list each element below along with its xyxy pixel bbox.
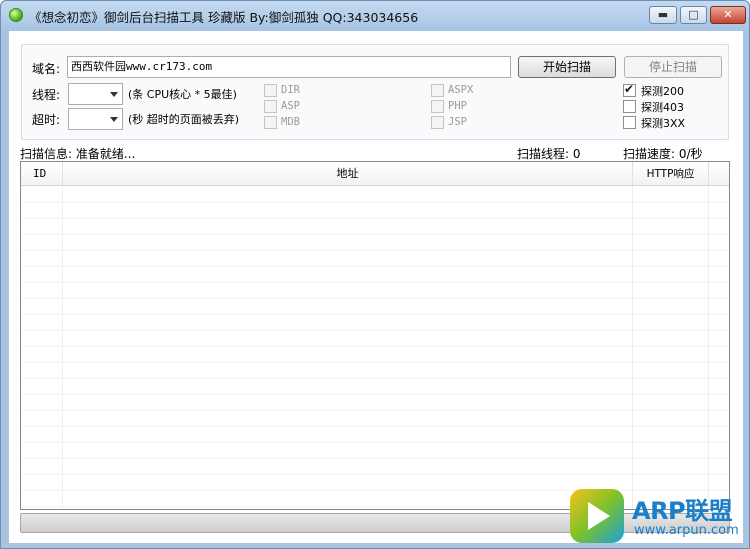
row-guide	[21, 314, 729, 315]
watermark-url: www.arpun.com	[634, 523, 739, 538]
checkbox-detect-3xx-label: 探测3XX	[641, 117, 686, 130]
row-guide	[21, 282, 729, 283]
checkbox-dir-label: DIR	[281, 84, 300, 96]
close-button[interactable]: ✕	[710, 6, 746, 24]
checkbox-jsp-label: JSP	[448, 116, 467, 128]
arp-watermark-logo: ARP联盟 www.arpun.com	[566, 487, 746, 547]
checkbox-asp-label: ASP	[281, 100, 300, 112]
row-guide	[21, 410, 729, 411]
threads-combobox[interactable]	[68, 83, 123, 105]
scan-speed: 扫描速度: 0/秒	[623, 147, 703, 161]
checkbox-aspx[interactable]	[431, 84, 444, 97]
checkbox-php[interactable]	[431, 100, 444, 113]
results-list[interactable]: ID 地址 HTTP响应	[20, 161, 730, 510]
row-guide	[21, 442, 729, 443]
start-scan-button[interactable]: 开始扫描	[518, 56, 616, 78]
checkbox-detect-403[interactable]	[623, 100, 636, 113]
domain-label: 域名:	[32, 62, 61, 76]
checkbox-detect-200-label: 探测200	[641, 85, 684, 98]
row-guide	[21, 362, 729, 363]
chevron-down-icon	[110, 117, 118, 122]
list-header: ID 地址 HTTP响应	[21, 162, 729, 186]
window-title: 《想念初恋》御剑后台扫描工具 珍藏版 By:御剑孤独 QQ:343034656	[29, 10, 419, 25]
maximize-button[interactable]: □	[680, 6, 707, 24]
title-bar[interactable]: 《想念初恋》御剑后台扫描工具 珍藏版 By:御剑孤独 QQ:343034656 …	[1, 1, 749, 31]
checkbox-detect-3xx[interactable]	[623, 116, 636, 129]
play-icon	[570, 489, 624, 543]
list-body[interactable]	[21, 186, 729, 509]
column-header-http[interactable]: HTTP响应	[633, 162, 709, 186]
checkbox-asp[interactable]	[264, 100, 277, 113]
row-guide	[21, 458, 729, 459]
stop-scan-button[interactable]: 停止扫描	[624, 56, 722, 78]
row-guide	[21, 218, 729, 219]
minimize-button[interactable]: ▬	[649, 6, 677, 24]
maximize-icon: □	[688, 8, 699, 21]
checkbox-detect-403-label: 探测403	[641, 101, 684, 114]
row-guide	[21, 266, 729, 267]
app-icon	[9, 8, 23, 22]
checkbox-detect-200[interactable]: ✔	[623, 82, 636, 97]
checkbox-mdb-label: MDB	[281, 116, 300, 128]
row-guide	[21, 394, 729, 395]
check-icon: ✔	[624, 82, 635, 96]
checkbox-jsp[interactable]	[431, 116, 444, 129]
chevron-down-icon	[110, 92, 118, 97]
timeout-label: 超时:	[32, 113, 61, 127]
checkbox-php-label: PHP	[448, 100, 467, 112]
row-guide	[21, 474, 729, 475]
column-header-id[interactable]: ID	[21, 162, 63, 186]
checkbox-aspx-label: ASPX	[448, 84, 474, 96]
row-guide	[21, 298, 729, 299]
watermark-title: ARP联盟	[632, 497, 733, 525]
threads-label: 线程:	[32, 88, 61, 102]
row-guide	[21, 202, 729, 203]
domain-input[interactable]: 西西软件园www.cr173.com	[67, 56, 511, 78]
scan-info: 扫描信息: 准备就绪...	[20, 147, 136, 161]
row-guide	[21, 346, 729, 347]
timeout-combobox[interactable]	[68, 108, 123, 130]
minimize-icon: ▬	[657, 8, 669, 21]
close-icon: ✕	[723, 8, 733, 21]
row-guide	[21, 234, 729, 235]
checkbox-dir[interactable]	[264, 84, 277, 97]
column-header-filler	[709, 162, 729, 186]
row-guide	[21, 426, 729, 427]
checkbox-mdb[interactable]	[264, 116, 277, 129]
row-guide	[21, 330, 729, 331]
timeout-hint: (秒 超时的页面被丢弃)	[128, 113, 240, 126]
scan-threads: 扫描线程: 0	[517, 147, 581, 161]
row-guide	[21, 378, 729, 379]
row-guide	[21, 250, 729, 251]
threads-hint: (条 CPU核心 * 5最佳)	[128, 88, 237, 101]
column-header-address[interactable]: 地址	[63, 162, 633, 186]
